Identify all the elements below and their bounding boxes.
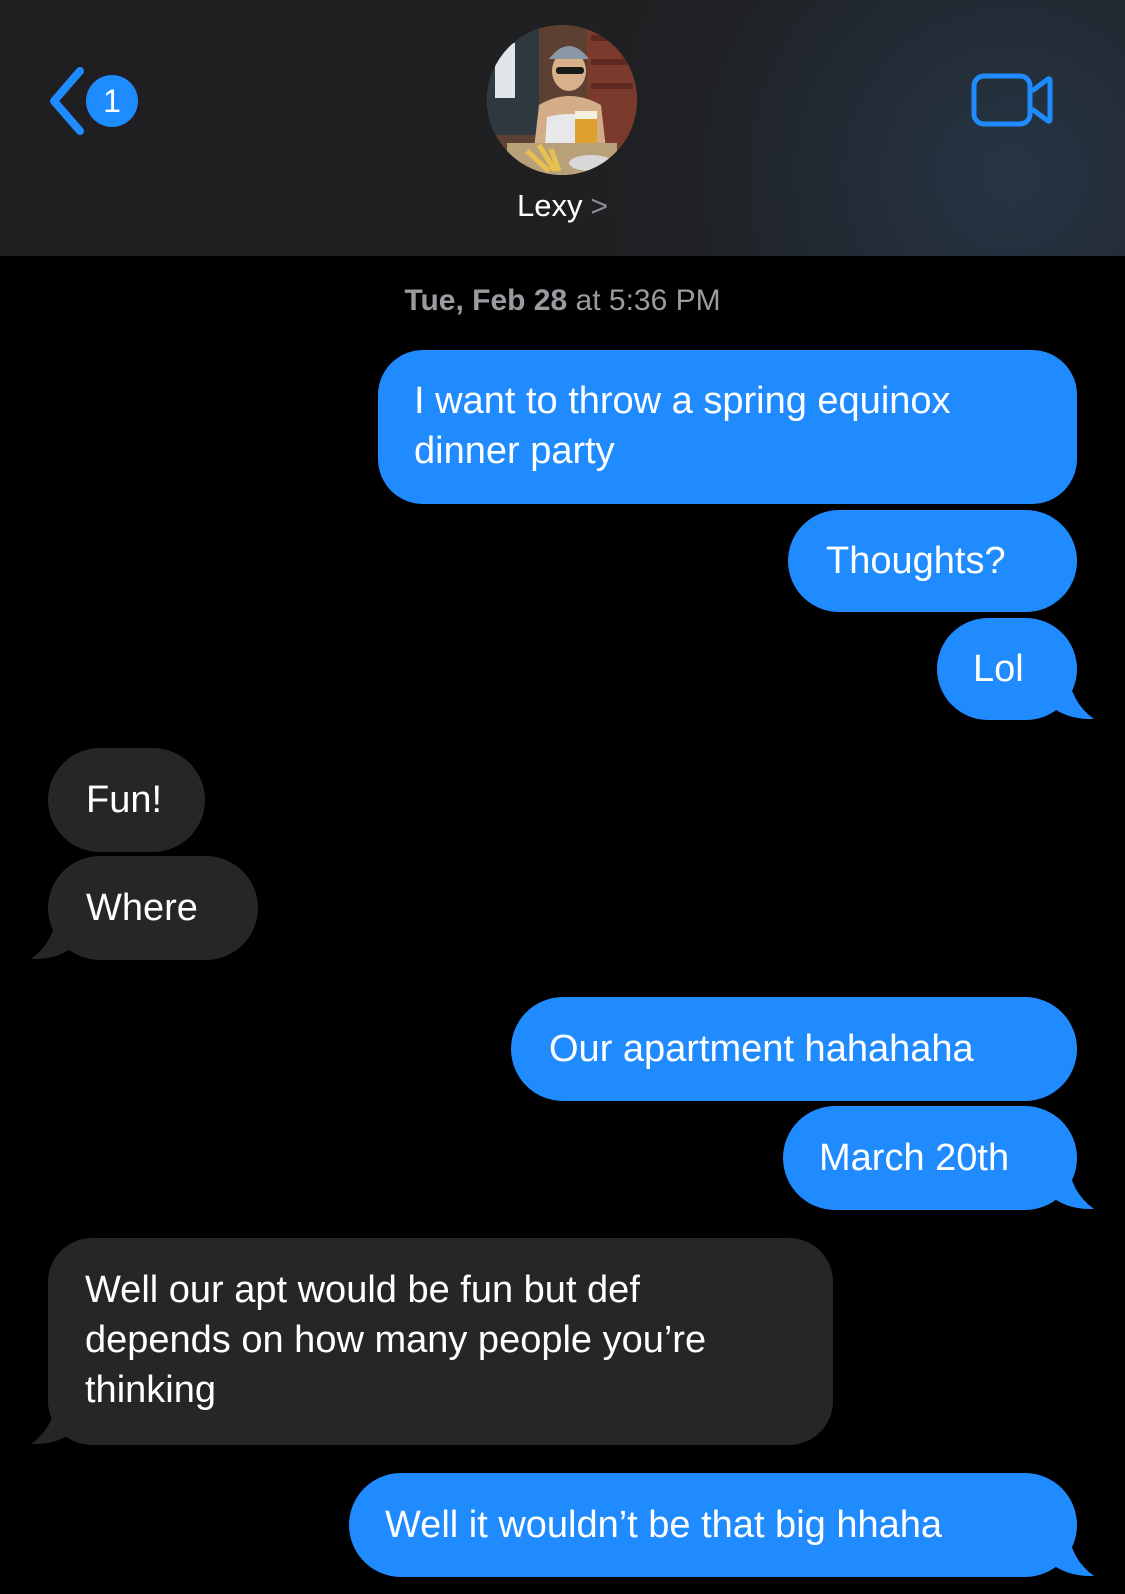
timestamp-at: at <box>575 284 601 317</box>
received-bubble-tail <box>31 1395 85 1445</box>
message-text: Our apartment hahahaha <box>549 1028 974 1070</box>
contact-name-button[interactable]: Lexy > <box>0 186 1125 227</box>
sent-bubble-tail <box>1040 1160 1094 1210</box>
timestamp-time: 5:36 PM <box>608 284 721 317</box>
facetime-video-button[interactable] <box>971 72 1053 128</box>
sent-message-bubble[interactable]: I want to throw a spring equinox dinner … <box>378 350 1077 504</box>
sent-message-bubble[interactable]: March 20th <box>783 1106 1077 1210</box>
message-timestamp: Tue, Feb 28 at 5:36 PM <box>0 281 1125 321</box>
message-text: March 20th <box>819 1137 1010 1179</box>
message-text: Well it wouldn’t be that big hhaha <box>385 1504 942 1546</box>
back-button[interactable]: 1 <box>46 66 156 136</box>
contact-name: Lexy <box>516 188 583 223</box>
message-line: dinner party <box>414 430 615 472</box>
message-text: Fun! <box>86 779 163 821</box>
avatar-photo <box>487 25 637 175</box>
received-message-bubble[interactable]: Fun! <box>48 748 205 852</box>
received-bubble-tail <box>31 910 85 960</box>
sent-bubble-tail <box>1040 670 1094 720</box>
unread-count-badge: 1 <box>86 75 138 127</box>
message-line: thinking <box>85 1369 216 1411</box>
sent-message-bubble[interactable]: Our apartment hahahaha <box>511 997 1077 1101</box>
chevron-right-icon: > <box>590 190 608 223</box>
message-text: Thoughts? <box>826 540 1006 582</box>
sent-message-bubble[interactable]: Well it wouldn’t be that big hhaha <box>349 1473 1077 1577</box>
message-text: Lol <box>973 648 1024 690</box>
video-camera-icon <box>971 73 1053 127</box>
message-line: depends on how many people you’re <box>85 1319 707 1361</box>
message-line: I want to throw a spring equinox <box>414 380 951 422</box>
message-line: Well our apt would be fun but def <box>85 1269 640 1311</box>
received-message-bubble[interactable]: Well our apt would be fun but def depend… <box>48 1238 833 1445</box>
sent-bubble-tail <box>1040 1527 1094 1577</box>
sent-message-bubble[interactable]: Thoughts? <box>788 510 1077 612</box>
message-text: Where <box>86 887 198 929</box>
conversation-header: 1 Lexy > <box>0 0 1125 256</box>
timestamp-day: Tue, Feb 28 <box>404 284 568 317</box>
contact-avatar[interactable] <box>487 25 637 175</box>
